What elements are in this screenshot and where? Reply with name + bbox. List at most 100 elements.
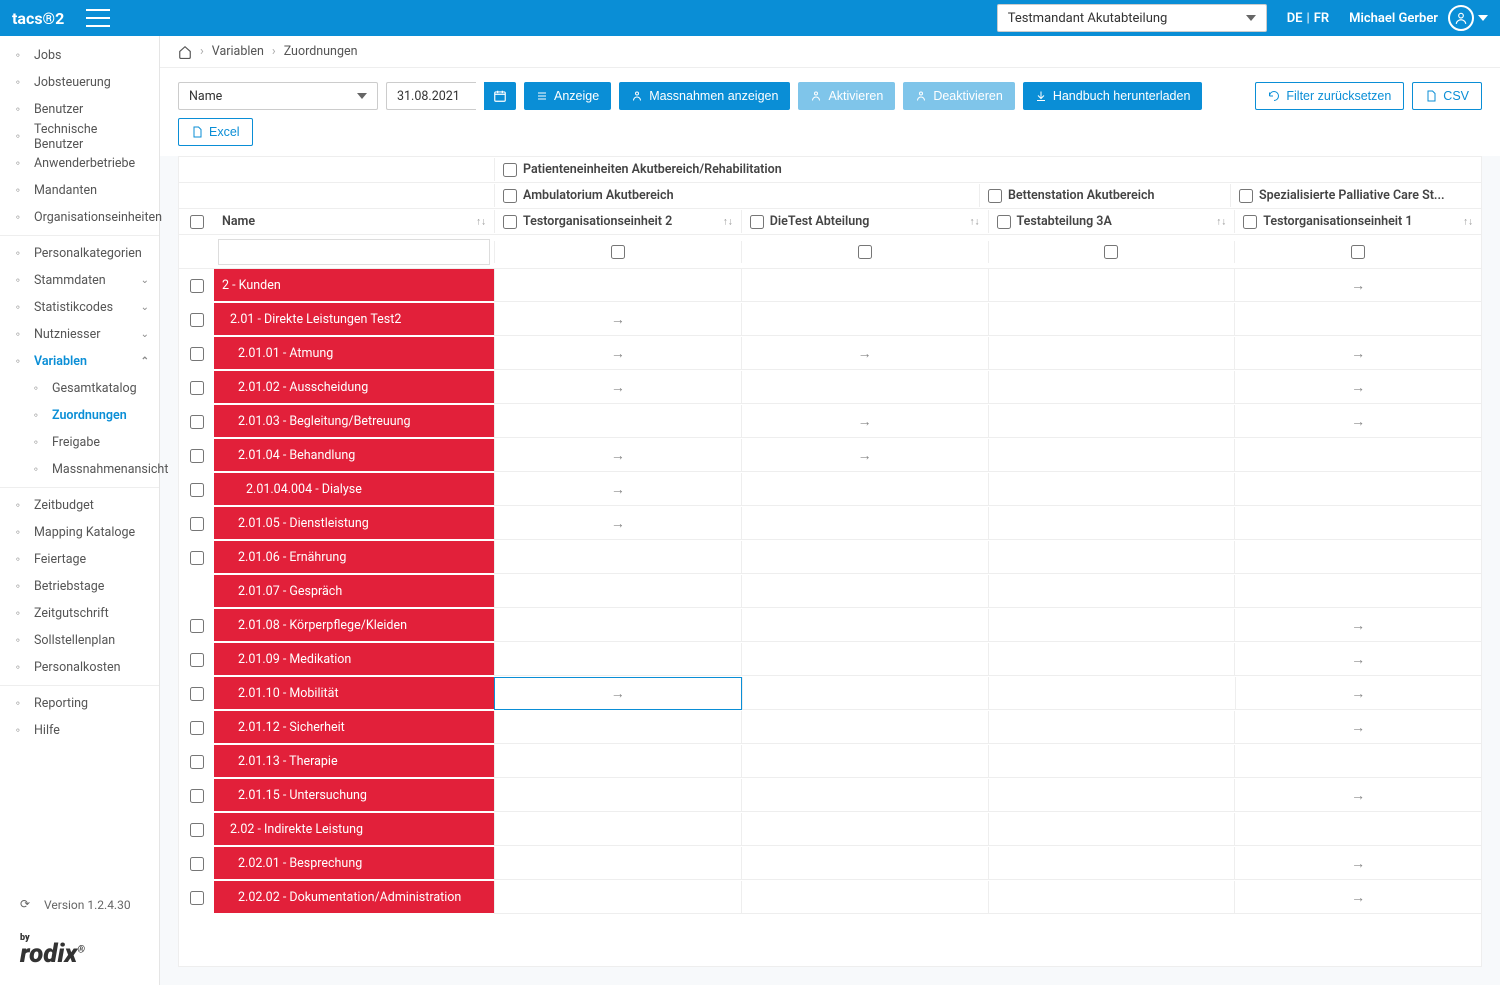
grid-cell[interactable] xyxy=(988,405,1235,438)
row-checkbox[interactable] xyxy=(190,449,204,463)
row-checkbox[interactable] xyxy=(190,517,204,531)
row-name[interactable]: 2.01.04 - Behandlung xyxy=(214,439,494,472)
grid-cell[interactable]: → xyxy=(1234,847,1481,880)
grid-cell[interactable]: → xyxy=(1234,779,1481,812)
breadcrumb-l2[interactable]: Zuordnungen xyxy=(284,44,358,59)
grid-cell[interactable] xyxy=(988,711,1235,744)
grid-cell[interactable] xyxy=(741,473,988,506)
sidebar-item[interactable]: ◦Anwenderbetriebe xyxy=(0,150,159,177)
grid-cell[interactable] xyxy=(741,303,988,336)
row-checkbox[interactable] xyxy=(190,279,204,293)
grid-cell[interactable] xyxy=(742,677,989,710)
anzeige-button[interactable]: Anzeige xyxy=(524,82,611,110)
grid-cell[interactable] xyxy=(988,269,1235,302)
grid-cell[interactable] xyxy=(1234,541,1481,574)
grid-cell[interactable]: → xyxy=(1234,881,1481,914)
grid-cell[interactable] xyxy=(741,643,988,676)
sidebar-item[interactable]: ◦Feiertage xyxy=(0,546,159,573)
sidebar-subitem[interactable]: ◦Freigabe xyxy=(0,429,159,456)
sidebar-item[interactable]: ◦Zeitgutschrift xyxy=(0,600,159,627)
sidebar-item[interactable]: ◦Sollstellenplan xyxy=(0,627,159,654)
grid-cell[interactable] xyxy=(741,371,988,404)
row-checkbox[interactable] xyxy=(190,755,204,769)
grid-cell[interactable] xyxy=(988,745,1235,778)
grid-cell[interactable] xyxy=(494,609,741,642)
row-checkbox[interactable] xyxy=(190,619,204,633)
grid-cell[interactable] xyxy=(494,405,741,438)
row-name[interactable]: 2.01.09 - Medikation xyxy=(214,643,494,676)
row-checkbox[interactable] xyxy=(190,483,204,497)
org-checkbox[interactable] xyxy=(750,215,764,229)
lang-de[interactable]: DE xyxy=(1287,11,1303,26)
sidebar-item[interactable]: ◦Jobsteuerung xyxy=(0,69,159,96)
grid-cell[interactable]: → xyxy=(494,337,741,370)
group-checkbox[interactable] xyxy=(1239,189,1253,203)
date-input[interactable]: 31.08.2021 xyxy=(386,82,476,110)
grid-cell[interactable] xyxy=(1234,745,1481,778)
row-checkbox[interactable] xyxy=(190,891,204,905)
grid-cell[interactable] xyxy=(988,643,1235,676)
sidebar-item[interactable]: ◦Benutzer xyxy=(0,96,159,123)
grid-cell[interactable] xyxy=(988,303,1235,336)
grid-cell[interactable]: → xyxy=(494,507,741,540)
excel-button[interactable]: Excel xyxy=(178,118,253,146)
grid-cell[interactable] xyxy=(988,609,1235,642)
tenant-select[interactable]: Testmandant Akutabteilung xyxy=(997,4,1267,32)
row-name[interactable]: 2.01.10 - Mobilität xyxy=(214,677,494,710)
grid-cell[interactable] xyxy=(988,439,1235,472)
row-name[interactable]: 2.01.05 - Dienstleistung xyxy=(214,507,494,540)
grid-cell[interactable] xyxy=(988,507,1235,540)
sort-icon[interactable]: ↑↓ xyxy=(970,216,980,227)
sidebar-item[interactable]: ◦Personalkategorien xyxy=(0,240,159,267)
lang-fr[interactable]: FR xyxy=(1314,11,1329,26)
sidebar-item[interactable]: ◦Statistikcodes⌄ xyxy=(0,294,159,321)
grid-cell[interactable] xyxy=(494,847,741,880)
grid-cell[interactable] xyxy=(494,269,741,302)
grid-cell[interactable] xyxy=(988,677,1235,710)
grid-cell[interactable] xyxy=(494,745,741,778)
menu-toggle-icon[interactable] xyxy=(86,9,110,27)
group-checkbox[interactable] xyxy=(988,189,1002,203)
sidebar-item[interactable]: ◦Mapping Kataloge xyxy=(0,519,159,546)
sidebar-item[interactable]: ◦Betriebstage xyxy=(0,573,159,600)
grid-cell[interactable] xyxy=(741,269,988,302)
row-checkbox[interactable] xyxy=(190,823,204,837)
org-filter-checkbox[interactable] xyxy=(1104,245,1118,259)
row-checkbox[interactable] xyxy=(190,857,204,871)
app-logo[interactable]: tacs®2 xyxy=(12,9,64,28)
row-name[interactable]: 2.01 - Direkte Leistungen Test2 xyxy=(214,303,494,336)
grid-cell[interactable] xyxy=(988,575,1235,608)
sidebar-item[interactable]: ◦Variablen⌃ xyxy=(0,348,159,375)
row-name[interactable]: 2.01.13 - Therapie xyxy=(214,745,494,778)
select-all-checkbox[interactable] xyxy=(190,215,204,229)
grid-cell[interactable] xyxy=(494,575,741,608)
grid-cell[interactable]: → xyxy=(1234,269,1481,302)
handbuch-button[interactable]: Handbuch herunterladen xyxy=(1023,82,1203,110)
grid-cell[interactable] xyxy=(988,881,1235,914)
grid-cell[interactable]: → xyxy=(1234,643,1481,676)
aktivieren-button[interactable]: Aktivieren xyxy=(798,82,895,110)
grid-cell[interactable] xyxy=(741,541,988,574)
row-name[interactable]: 2.01.04.004 - Dialyse xyxy=(214,473,494,506)
grid-cell[interactable] xyxy=(1234,813,1481,846)
grid-cell[interactable] xyxy=(1234,575,1481,608)
row-checkbox[interactable] xyxy=(190,551,204,565)
grid-cell[interactable] xyxy=(988,541,1235,574)
grid-cell[interactable] xyxy=(988,337,1235,370)
row-checkbox[interactable] xyxy=(190,381,204,395)
grid-cell[interactable]: → xyxy=(1234,337,1481,370)
grid-cell[interactable] xyxy=(741,575,988,608)
grid-cell[interactable] xyxy=(494,881,741,914)
group-checkbox[interactable] xyxy=(503,163,517,177)
grid-cell[interactable]: → xyxy=(741,439,988,472)
grid-cell[interactable] xyxy=(988,371,1235,404)
sidebar-subitem[interactable]: ◦Massnahmenansicht xyxy=(0,456,159,483)
grid-cell[interactable] xyxy=(988,473,1235,506)
sidebar-item[interactable]: ◦Nutzniesser⌄ xyxy=(0,321,159,348)
sidebar-item[interactable]: ◦Zeitbudget xyxy=(0,492,159,519)
filter-field-select[interactable]: Name xyxy=(178,82,378,110)
row-name[interactable]: 2.01.15 - Untersuchung xyxy=(214,779,494,812)
grid-cell[interactable]: → xyxy=(1234,711,1481,744)
row-name[interactable]: 2.01.02 - Ausscheidung xyxy=(214,371,494,404)
row-name[interactable]: 2.02 - Indirekte Leistung xyxy=(214,813,494,846)
